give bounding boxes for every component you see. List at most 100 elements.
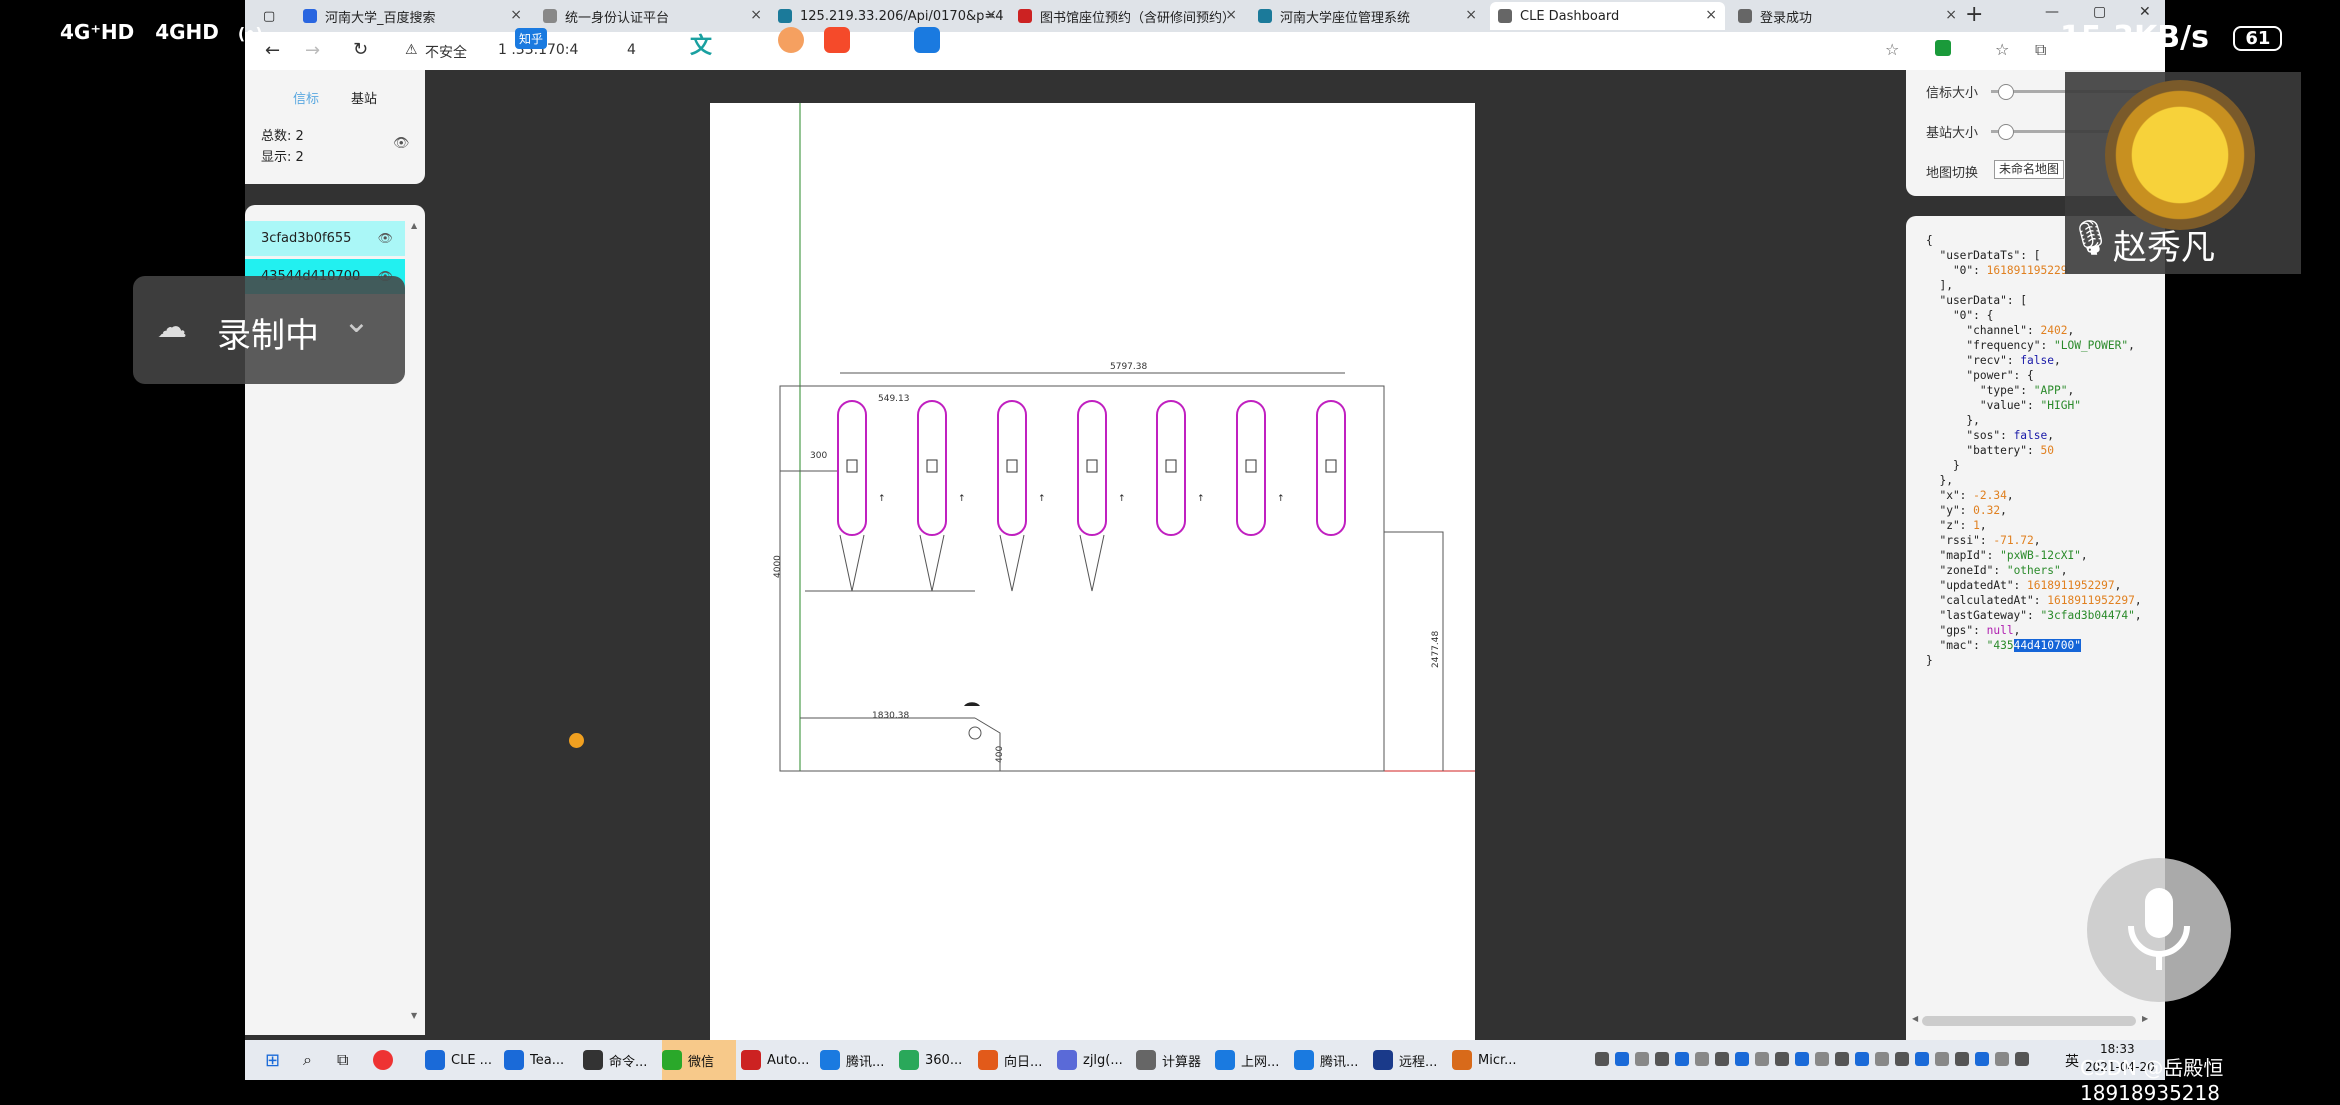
- forward-icon[interactable]: →: [305, 40, 320, 61]
- tray-icon[interactable]: [1815, 1052, 1829, 1066]
- tray-icon[interactable]: [1595, 1052, 1609, 1066]
- tray-icon[interactable]: [2015, 1052, 2029, 1066]
- tray-icon[interactable]: [1695, 1052, 1709, 1066]
- tray-icon[interactable]: [1955, 1052, 1969, 1066]
- minimize-button[interactable]: —: [2045, 4, 2059, 20]
- taskbar-app[interactable]: 腾讯...: [1294, 1040, 1368, 1080]
- tray-icon[interactable]: [1835, 1052, 1849, 1066]
- close-tab-icon[interactable]: ×: [510, 7, 522, 23]
- taskbar-app[interactable]: 微信: [662, 1040, 736, 1080]
- app-icon: [899, 1050, 919, 1070]
- close-window-button[interactable]: ✕: [2139, 4, 2151, 20]
- taskbar-app[interactable]: Tea...: [504, 1040, 578, 1080]
- horizontal-scrollbar[interactable]: [1922, 1016, 2136, 1026]
- collections-icon[interactable]: ⧉: [2035, 40, 2046, 60]
- tank-shape: [1077, 400, 1107, 536]
- ime-indicator[interactable]: 英: [2065, 1051, 2079, 1071]
- taskbar-app[interactable]: CLE ...: [425, 1040, 499, 1080]
- taskbar-app[interactable]: 命令...: [583, 1040, 657, 1080]
- tray-icon[interactable]: [1995, 1052, 2009, 1066]
- taskbar-app[interactable]: 计算器: [1136, 1040, 1210, 1080]
- json-token: "channel":: [1926, 324, 2041, 337]
- floorplan-map[interactable]: 5797.38 549.13 300 4000 1830.38 2477.48 …: [710, 103, 1475, 1040]
- tray-icon[interactable]: [1855, 1052, 1869, 1066]
- search-icon[interactable]: ⌕: [303, 1050, 312, 1070]
- browser-tab[interactable]: 125.219.33.206/Api/0170&p=4 ×: [770, 2, 1005, 30]
- json-token: "0": {: [1926, 309, 1994, 322]
- scroll-right-icon[interactable]: ▶: [2142, 1014, 2148, 1023]
- taskbar-app[interactable]: zjlg(...: [1057, 1040, 1131, 1080]
- taskbar-app[interactable]: Auto...: [741, 1040, 815, 1080]
- eye-icon[interactable]: 👁: [393, 136, 410, 151]
- tray-icon[interactable]: [1775, 1052, 1789, 1066]
- tray-icon[interactable]: [1655, 1052, 1669, 1066]
- maximize-button[interactable]: ▢: [2093, 4, 2106, 20]
- close-tab-icon[interactable]: ×: [985, 7, 997, 23]
- favorite-icon[interactable]: ☆: [1885, 40, 1899, 59]
- browser-tab[interactable]: 河南大学_百度搜索 ×: [295, 2, 530, 30]
- tab-favicon-icon: [303, 9, 317, 23]
- taskbar-app[interactable]: Micr...: [1452, 1040, 1526, 1080]
- close-tab-icon[interactable]: ×: [1705, 7, 1717, 23]
- favorites-bar-icon[interactable]: ☆: [1995, 40, 2009, 59]
- tab-station[interactable]: 基站: [351, 88, 377, 107]
- browser-tab[interactable]: 登录成功 ×: [1730, 2, 1965, 30]
- refresh-icon[interactable]: ↻: [353, 39, 368, 60]
- device-item[interactable]: 3cfad3b0f655 👁: [245, 221, 405, 256]
- app-icon: [914, 27, 940, 53]
- taskbar-app[interactable]: 上网...: [1215, 1040, 1289, 1080]
- scroll-left-icon[interactable]: ◀: [1912, 1014, 1918, 1023]
- browser-tab[interactable]: CLE Dashboard ×: [1490, 2, 1725, 30]
- tray-icon[interactable]: [1875, 1052, 1889, 1066]
- tab-favicon-icon: [1258, 9, 1272, 23]
- microphone-button[interactable]: [2087, 858, 2231, 1002]
- browser-tab[interactable]: 河南大学座位管理系统 ×: [1250, 2, 1485, 30]
- extension-shield-icon[interactable]: [1935, 40, 1951, 56]
- close-tab-icon[interactable]: ×: [1225, 7, 1237, 23]
- taskbar-app[interactable]: 360...: [899, 1040, 973, 1080]
- close-tab-icon[interactable]: ×: [750, 7, 762, 23]
- taskbar-app[interactable]: 远程...: [1373, 1040, 1447, 1080]
- video-call-card[interactable]: 🎙 赵秀凡: [2065, 72, 2301, 274]
- tank-shape: [1316, 400, 1346, 536]
- scroll-up-icon[interactable]: ▲: [411, 221, 417, 230]
- json-token: "z":: [1926, 519, 1974, 532]
- browser-tab[interactable]: 统一身份认证平台 ×: [535, 2, 770, 30]
- tray-icon[interactable]: [1755, 1052, 1769, 1066]
- tray-icon[interactable]: [1975, 1052, 1989, 1066]
- slider-handle[interactable]: [1998, 84, 2014, 100]
- chrome-icon[interactable]: [373, 1050, 393, 1070]
- tray-icon[interactable]: [1675, 1052, 1689, 1066]
- tray-icon[interactable]: [1715, 1052, 1729, 1066]
- scroll-down-icon[interactable]: ▼: [411, 1011, 417, 1020]
- json-token: "mac":: [1926, 639, 1987, 652]
- tray-icon[interactable]: [1895, 1052, 1909, 1066]
- tab-beacon[interactable]: 信标: [293, 88, 319, 107]
- map-select[interactable]: 未命名地图: [1994, 160, 2065, 179]
- json-token: ,: [2114, 579, 2122, 592]
- recording-overlay[interactable]: ☁ 录制中 ⌄: [133, 276, 405, 384]
- new-tab-button[interactable]: +: [1965, 2, 1983, 27]
- task-view-icon[interactable]: ⧉: [337, 1050, 348, 1070]
- back-icon[interactable]: ←: [265, 40, 280, 61]
- start-icon[interactable]: ⊞: [265, 1050, 280, 1071]
- taskbar-app[interactable]: 向日...: [978, 1040, 1052, 1080]
- tray-icon[interactable]: [1735, 1052, 1749, 1066]
- tray-icon[interactable]: [1795, 1052, 1809, 1066]
- tray-icon[interactable]: [1615, 1052, 1629, 1066]
- taskbar-app[interactable]: 腾讯...: [820, 1040, 894, 1080]
- tray-icon[interactable]: [1935, 1052, 1949, 1066]
- slider-handle[interactable]: [1998, 124, 2014, 140]
- json-token: "type":: [1926, 384, 2034, 397]
- close-tab-icon[interactable]: ×: [1465, 7, 1477, 23]
- close-tab-icon[interactable]: ×: [1945, 7, 1957, 23]
- system-tray[interactable]: [1595, 1052, 2055, 1068]
- tray-icon[interactable]: [1635, 1052, 1649, 1066]
- chevron-down-icon[interactable]: ⌄: [343, 302, 370, 340]
- browser-tab[interactable]: 图书馆座位预约（含研修间预约） ×: [1010, 2, 1245, 30]
- tray-icon[interactable]: [1915, 1052, 1929, 1066]
- eye-icon[interactable]: 👁: [378, 221, 393, 256]
- security-label[interactable]: 不安全: [425, 42, 467, 62]
- tab-favicon-icon: [1738, 9, 1752, 23]
- beacon-marker[interactable]: [569, 733, 584, 748]
